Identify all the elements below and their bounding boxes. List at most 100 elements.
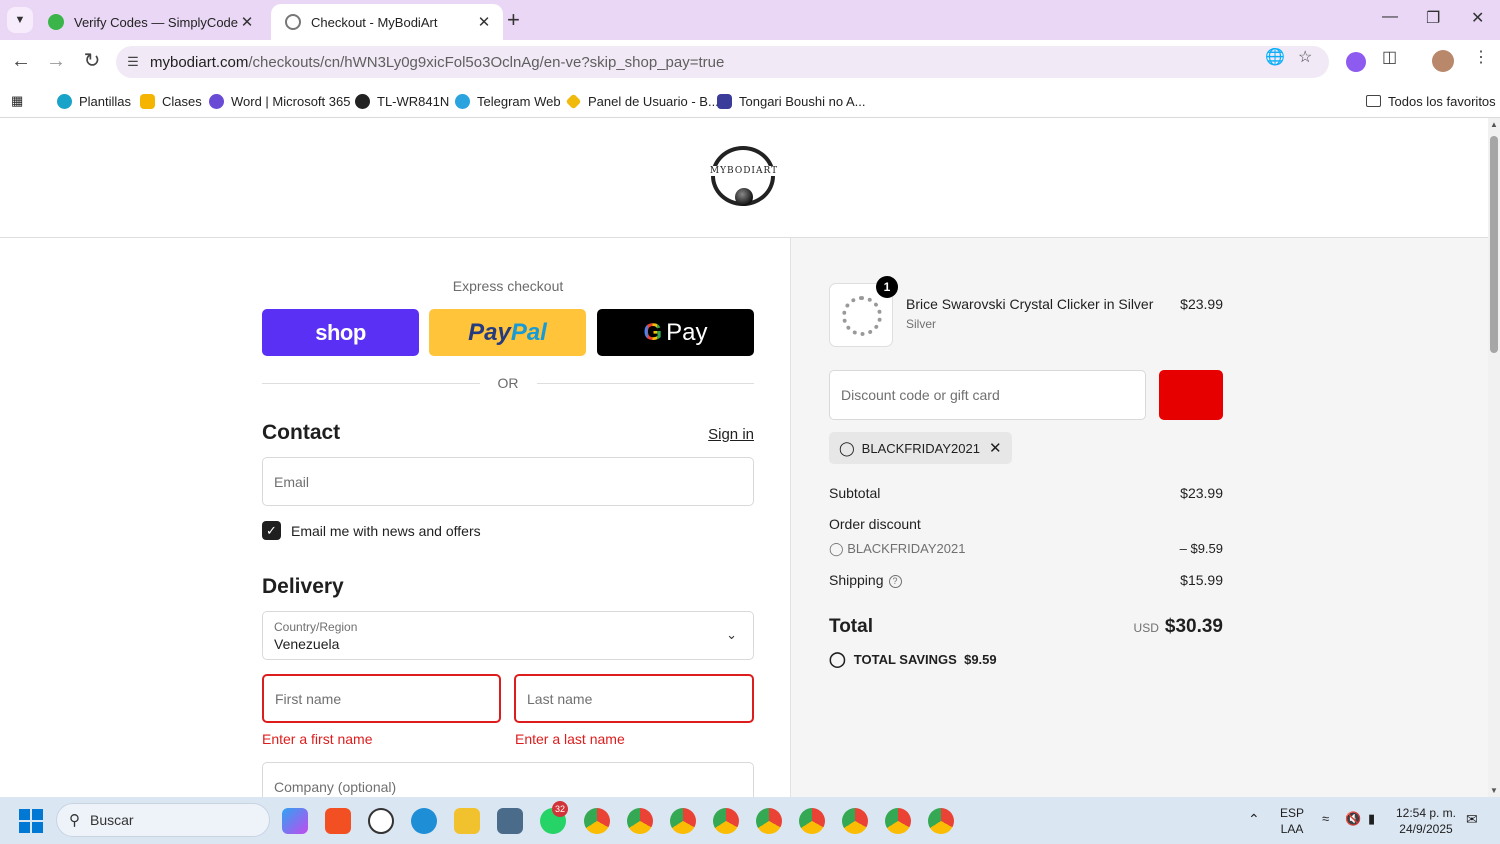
apply-discount-button[interactable] — [1159, 370, 1223, 420]
tab-checkout[interactable]: Checkout - MyBodiArt ✕ — [271, 4, 503, 40]
total-row: Total USD $30.39 — [829, 616, 1223, 637]
close-window-icon[interactable]: ✕ — [1471, 8, 1484, 28]
edge-icon[interactable] — [411, 808, 437, 834]
minimize-icon[interactable]: — — [1382, 8, 1398, 26]
taskbar-clock[interactable]: 12:54 p. m. 24/9/2025 — [1394, 805, 1458, 837]
translate-icon[interactable]: 🌐 — [1265, 47, 1285, 67]
chrome-profile-icon[interactable] — [584, 808, 610, 834]
bookmark-tongari[interactable]: Tongari Boushi no A... — [717, 90, 865, 112]
scroll-up-icon[interactable]: ▲ — [1488, 120, 1500, 129]
battery-icon[interactable]: ▮ — [1368, 811, 1375, 827]
reload-icon[interactable]: ↻ — [80, 50, 104, 72]
sign-in-link[interactable]: Sign in — [708, 426, 754, 443]
tab-strip: ▼ Verify Codes — SimplyCodes ✕ Checkout … — [0, 0, 1500, 40]
apps-grid-icon[interactable]: ▦ — [11, 90, 23, 112]
binance-icon — [565, 93, 582, 109]
scroll-down-icon[interactable]: ▼ — [1488, 786, 1500, 795]
company-field[interactable]: Company (optional) — [262, 762, 754, 797]
manga-icon — [717, 93, 732, 109]
logo-text: MYBODIART — [708, 166, 780, 176]
chrome-profile-icon[interactable] — [670, 808, 696, 834]
product-variant: Silver — [906, 317, 937, 331]
page-scrollbar[interactable]: ▲ ▼ — [1488, 118, 1500, 797]
telegram-icon — [455, 93, 470, 109]
first-name-error: Enter a first name — [262, 731, 373, 747]
checkmark-icon[interactable]: ✓ — [262, 521, 281, 540]
address-bar[interactable]: ☰ mybodiart.com/checkouts/cn/hWN3Ly0g9xi… — [116, 46, 1329, 78]
show-hidden-icons-icon[interactable]: ⌃ — [1248, 811, 1260, 828]
volume-muted-icon[interactable]: 🔇 — [1345, 811, 1361, 827]
or-divider: OR — [262, 374, 754, 392]
logo-ball — [735, 188, 753, 206]
bookmark-panel-usuario[interactable]: Panel de Usuario - B... — [565, 90, 719, 112]
tab-search-button[interactable]: ▼ — [7, 7, 33, 33]
language-indicator[interactable]: ESP LAA — [1280, 805, 1304, 837]
bookmark-word[interactable]: Word | Microsoft 365 — [209, 90, 350, 112]
search-icon: ⚲ — [69, 812, 80, 829]
store-icon[interactable] — [325, 808, 351, 834]
windows-start-icon[interactable] — [19, 809, 43, 833]
last-name-field[interactable]: Last name — [514, 674, 754, 723]
shop-pay-button[interactable]: shop — [262, 309, 419, 356]
extensions-puzzle-icon[interactable]: ◫ — [1382, 47, 1397, 67]
folder-icon — [1366, 95, 1381, 107]
whatsapp-badge: 32 — [552, 801, 569, 817]
scrollbar-thumb[interactable] — [1490, 136, 1498, 353]
tag-icon: ◯ — [839, 439, 855, 456]
close-tab-icon[interactable]: ✕ — [238, 13, 256, 31]
bookmark-star-icon[interactable]: ☆ — [1298, 47, 1312, 67]
contact-heading: Contact — [262, 421, 341, 444]
url-text: mybodiart.com/checkouts/cn/hWN3Ly0g9xicF… — [150, 53, 725, 71]
last-name-error: Enter a last name — [515, 731, 625, 747]
chrome-profile-icon[interactable] — [713, 808, 739, 834]
country-select[interactable]: Country/Region Venezuela ⌄ — [262, 611, 754, 660]
all-bookmarks-folder[interactable]: Todos los favoritos — [1366, 90, 1496, 112]
newsletter-checkbox-row[interactable]: ✓ Email me with news and offers — [262, 521, 481, 540]
chrome-profile-icon[interactable] — [842, 808, 868, 834]
bookmark-plantillas[interactable]: Plantillas — [57, 90, 131, 112]
new-tab-button[interactable]: + — [507, 8, 520, 32]
back-icon[interactable]: ← — [9, 50, 33, 72]
menu-kebab-icon[interactable]: ⋮ — [1473, 47, 1489, 67]
tab-title: Checkout - MyBodiArt — [311, 14, 438, 30]
help-icon[interactable]: ? — [888, 575, 902, 588]
chrome-active-icon[interactable] — [928, 808, 954, 834]
taskbar-search[interactable]: ⚲ Buscar — [56, 803, 270, 837]
bookmarks-bar: ▦ Plantillas Clases Word | Microsoft 365… — [0, 84, 1500, 118]
bookmark-tl-wr841n[interactable]: TL-WR841N — [355, 90, 449, 112]
discount-code-row: ◯ BLACKFRIDAY2021– $9.59 — [829, 541, 1223, 556]
quantity-badge: 1 — [876, 276, 898, 298]
file-explorer-icon[interactable] — [454, 808, 480, 834]
clock-app-icon[interactable] — [368, 808, 394, 834]
chrome-profile-icon[interactable] — [885, 808, 911, 834]
google-pay-button[interactable]: G Pay — [597, 309, 754, 356]
chrome-profile-icon[interactable] — [756, 808, 782, 834]
bookmark-clases[interactable]: Clases — [140, 90, 202, 112]
total-savings: ◯ TOTAL SAVINGS $9.59 — [829, 651, 997, 668]
email-field[interactable]: Email — [262, 457, 754, 506]
bookmark-telegram[interactable]: Telegram Web — [455, 90, 561, 112]
site-info-icon[interactable]: ☰ — [116, 54, 150, 70]
wifi-icon[interactable]: ≈ — [1322, 811, 1329, 826]
mybodiart-logo[interactable]: MYBODIART — [708, 144, 780, 210]
copilot-icon[interactable] — [282, 808, 308, 834]
notifications-icon[interactable]: ✉ — [1466, 811, 1478, 828]
chrome-profile-icon[interactable] — [799, 808, 825, 834]
shipping-row: Shipping? $15.99 — [829, 572, 1223, 588]
extension-icon[interactable] — [1346, 52, 1366, 72]
delivery-heading: Delivery — [262, 575, 344, 598]
simplycodes-favicon-icon — [48, 14, 64, 30]
newsletter-label: Email me with news and offers — [291, 522, 481, 539]
first-name-field[interactable]: First name — [262, 674, 501, 723]
remove-code-icon[interactable]: ✕ — [989, 439, 1002, 457]
paypal-button[interactable]: Pay Pal — [429, 309, 586, 356]
restore-icon[interactable]: ❐ — [1426, 8, 1440, 28]
tab-simplycodes[interactable]: Verify Codes — SimplyCodes ✕ — [34, 4, 266, 40]
canva-icon — [57, 93, 72, 109]
chrome-profile-icon[interactable] — [627, 808, 653, 834]
calculator-icon[interactable] — [497, 808, 523, 834]
discount-code-input[interactable]: Discount code or gift card — [829, 370, 1146, 420]
forward-icon[interactable]: → — [44, 50, 68, 72]
close-tab-icon[interactable]: ✕ — [475, 13, 493, 31]
profile-avatar[interactable] — [1432, 50, 1454, 72]
